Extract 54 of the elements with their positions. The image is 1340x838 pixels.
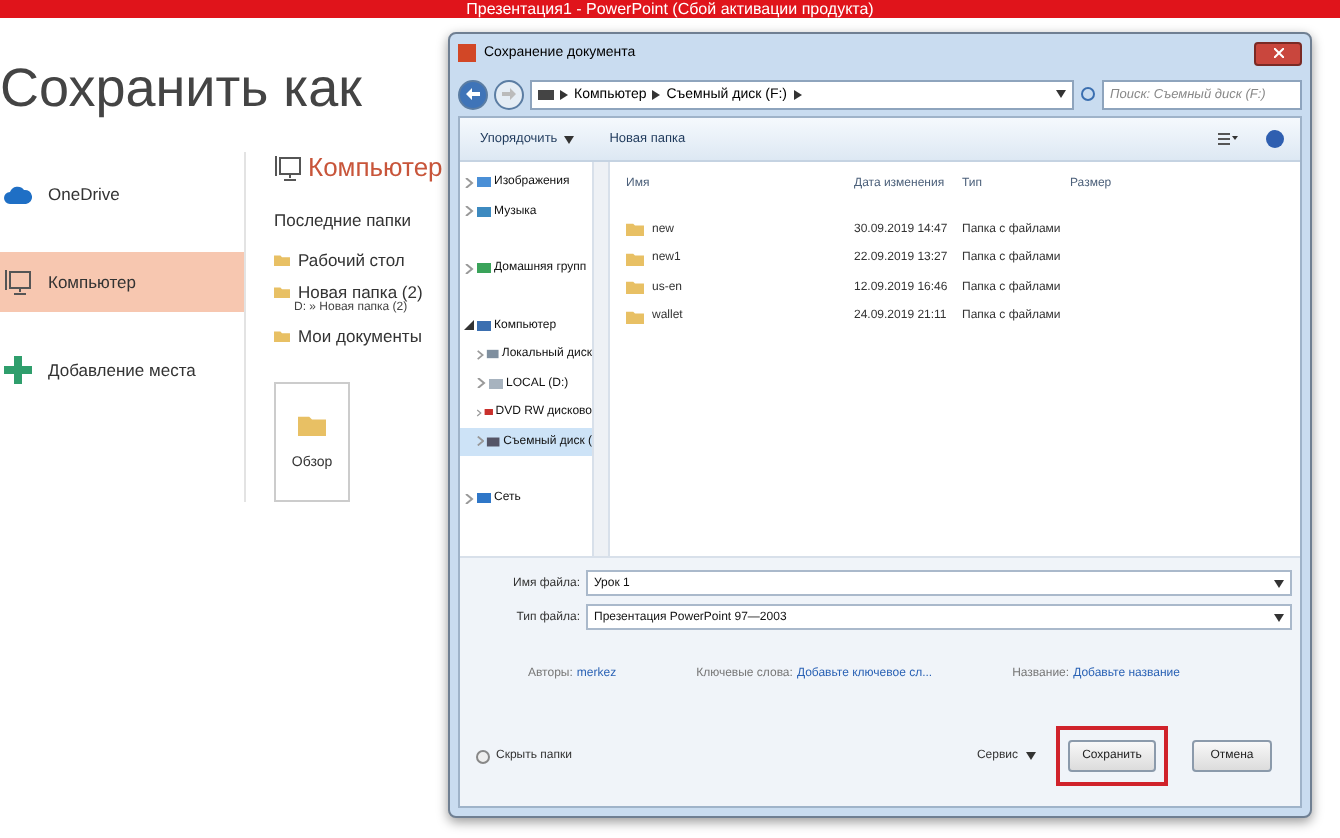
network-icon bbox=[476, 490, 492, 507]
chevron-icon bbox=[793, 89, 802, 99]
chevron-icon bbox=[560, 89, 568, 99]
caret-icon bbox=[1026, 752, 1036, 760]
caret-icon bbox=[1274, 613, 1284, 621]
app-icon bbox=[458, 44, 476, 62]
computer-icon bbox=[476, 317, 492, 334]
expanded-icon bbox=[464, 320, 474, 331]
refresh-icon bbox=[1080, 86, 1096, 102]
forward-arrow-icon bbox=[502, 88, 516, 100]
page-heading: Сохранить как bbox=[0, 58, 364, 120]
close-button[interactable] bbox=[1254, 41, 1302, 65]
drive-icon bbox=[486, 433, 502, 450]
recent-folder[interactable]: Новая папка (2) bbox=[274, 282, 448, 302]
collapsed-icon bbox=[464, 177, 474, 188]
music-icon bbox=[476, 203, 492, 220]
drive-icon bbox=[538, 89, 554, 99]
back-arrow-icon bbox=[466, 88, 480, 100]
folder-icon bbox=[298, 413, 326, 437]
caret-icon bbox=[1056, 90, 1066, 98]
folder-icon bbox=[274, 253, 290, 267]
disc-drive-icon bbox=[483, 404, 494, 421]
recent-folder[interactable]: Мои документы bbox=[274, 326, 448, 346]
back-button[interactable] bbox=[458, 79, 488, 109]
collapsed-icon bbox=[464, 263, 474, 274]
plus-icon bbox=[4, 356, 32, 384]
pictures-icon bbox=[476, 174, 492, 191]
place-item[interactable]: Добавление места bbox=[0, 340, 244, 400]
forward-button[interactable] bbox=[494, 79, 524, 109]
recent-folder[interactable]: Рабочий стол bbox=[274, 250, 448, 270]
app-title: Презентация1 - PowerPoint (Сбой активации продукта) bbox=[466, 0, 874, 18]
collapsed-icon bbox=[476, 378, 486, 389]
collapsed-icon bbox=[476, 436, 485, 447]
view-icon[interactable] bbox=[1218, 132, 1238, 146]
recent-heading: Последние папки bbox=[274, 210, 413, 230]
computer-icon bbox=[274, 153, 302, 181]
folder-icon bbox=[274, 329, 290, 343]
cloud-icon bbox=[4, 185, 32, 203]
computer-icon bbox=[4, 268, 32, 296]
collapsed-icon bbox=[476, 349, 485, 360]
place-item[interactable]: Компьютер bbox=[0, 252, 244, 312]
caret-icon bbox=[1274, 579, 1284, 587]
collapsed-icon bbox=[464, 493, 474, 504]
homegroup-icon bbox=[476, 260, 492, 277]
place-item[interactable]: OneDrive bbox=[0, 164, 244, 224]
panel-title: Компьютер bbox=[308, 152, 443, 182]
folder-icon bbox=[274, 285, 290, 299]
close-icon bbox=[1273, 48, 1283, 58]
collapsed-icon bbox=[476, 407, 482, 418]
caret-icon bbox=[563, 135, 574, 143]
chevron-icon bbox=[652, 89, 661, 99]
help-icon[interactable] bbox=[1266, 130, 1284, 148]
collapse-icon bbox=[476, 749, 490, 763]
collapsed-icon bbox=[464, 206, 474, 217]
